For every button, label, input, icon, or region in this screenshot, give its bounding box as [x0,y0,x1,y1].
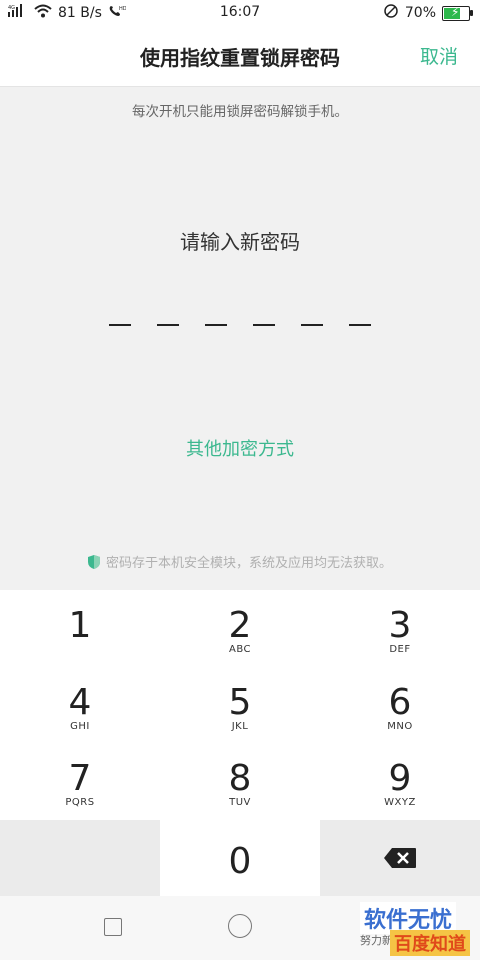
home-icon[interactable] [228,914,252,938]
number-keypad: 1 2 ABC 3 DEF 4 GHI 5 JKL 6 MNO 7 PQRS 8 TUV 9 WXYZ 0 [0,590,480,896]
secure-note: 密码存于本机安全模块，系统及应用均无法获取。 [0,552,480,571]
delete-key[interactable] [320,819,480,896]
key-letters: GHI [70,720,90,732]
key-digit: 9 [388,758,412,799]
cancel-button[interactable]: 取消 [420,42,458,69]
header: 使用指纹重置锁屏密码 取消 [0,26,480,87]
key-5[interactable]: 5 JKL [160,667,320,744]
key-letters: DEF [389,644,411,655]
hint-text: 每次开机只能用锁屏密码解锁手机。 [132,104,348,120]
key-digit: 0 [228,840,252,882]
key-letters: JKL [231,720,249,732]
charging-icon: ⚡ [451,4,460,19]
status-bar: 4G 81 B/s HD 16:07 70% ⚡ [0,0,480,26]
key-digit: 6 [388,681,412,723]
key-3[interactable]: 3 DEF [320,590,480,667]
key-0[interactable]: 0 [160,820,320,897]
pin-dash [253,324,275,326]
key-digit: 3 [388,605,412,646]
battery-icon: ⚡ [442,4,473,21]
key-letters: PQRS [65,797,95,808]
no-disturb-icon [383,3,399,23]
pin-dashes [0,324,480,326]
battery-percent: 70% [404,5,436,21]
shield-icon [87,555,100,569]
key-6[interactable]: 6 MNO [320,667,480,744]
key-4[interactable]: 4 GHI [0,667,160,744]
page-title: 使用指纹重置锁屏密码 [140,46,340,70]
key-2[interactable]: 2 ABC [160,590,320,667]
other-method-link[interactable]: 其他加密方式 [0,435,480,461]
key-1[interactable]: 1 [0,590,160,667]
pin-dash [301,324,323,326]
key-letters: ABC [228,644,251,655]
key-7[interactable]: 7 PQRS [0,743,160,820]
pin-dash [157,324,179,326]
key-digit: 1 [68,605,92,646]
key-letters: WXYZ [384,797,416,808]
key-digit: 8 [228,758,252,799]
watermark-small: 努力新 [360,934,393,947]
watermark-bottom: 百度知道 [390,930,470,956]
key-digit: 5 [228,681,252,723]
secure-note-text: 密码存于本机安全模块，系统及应用均无法获取。 [105,556,392,571]
backspace-icon [384,847,416,868]
key-digit: 7 [68,758,92,799]
key-8[interactable]: 8 TUV [160,743,320,820]
watermark: 软件无忧 努力新 百度知道 [354,898,476,958]
key-9[interactable]: 9 WXYZ [320,743,480,820]
status-right: 70% ⚡ [383,3,473,23]
recent-apps-icon[interactable] [104,918,122,936]
key-letters: MNO [387,720,413,732]
pin-dash [109,324,131,326]
prompt-text: 请输入新密码 [180,230,300,254]
key-letters: TUV [229,797,251,808]
pin-dash [205,324,227,326]
empty-key [0,819,160,896]
pin-dash [349,324,371,326]
key-digit: 2 [228,605,252,646]
key-digit: 4 [68,681,92,723]
